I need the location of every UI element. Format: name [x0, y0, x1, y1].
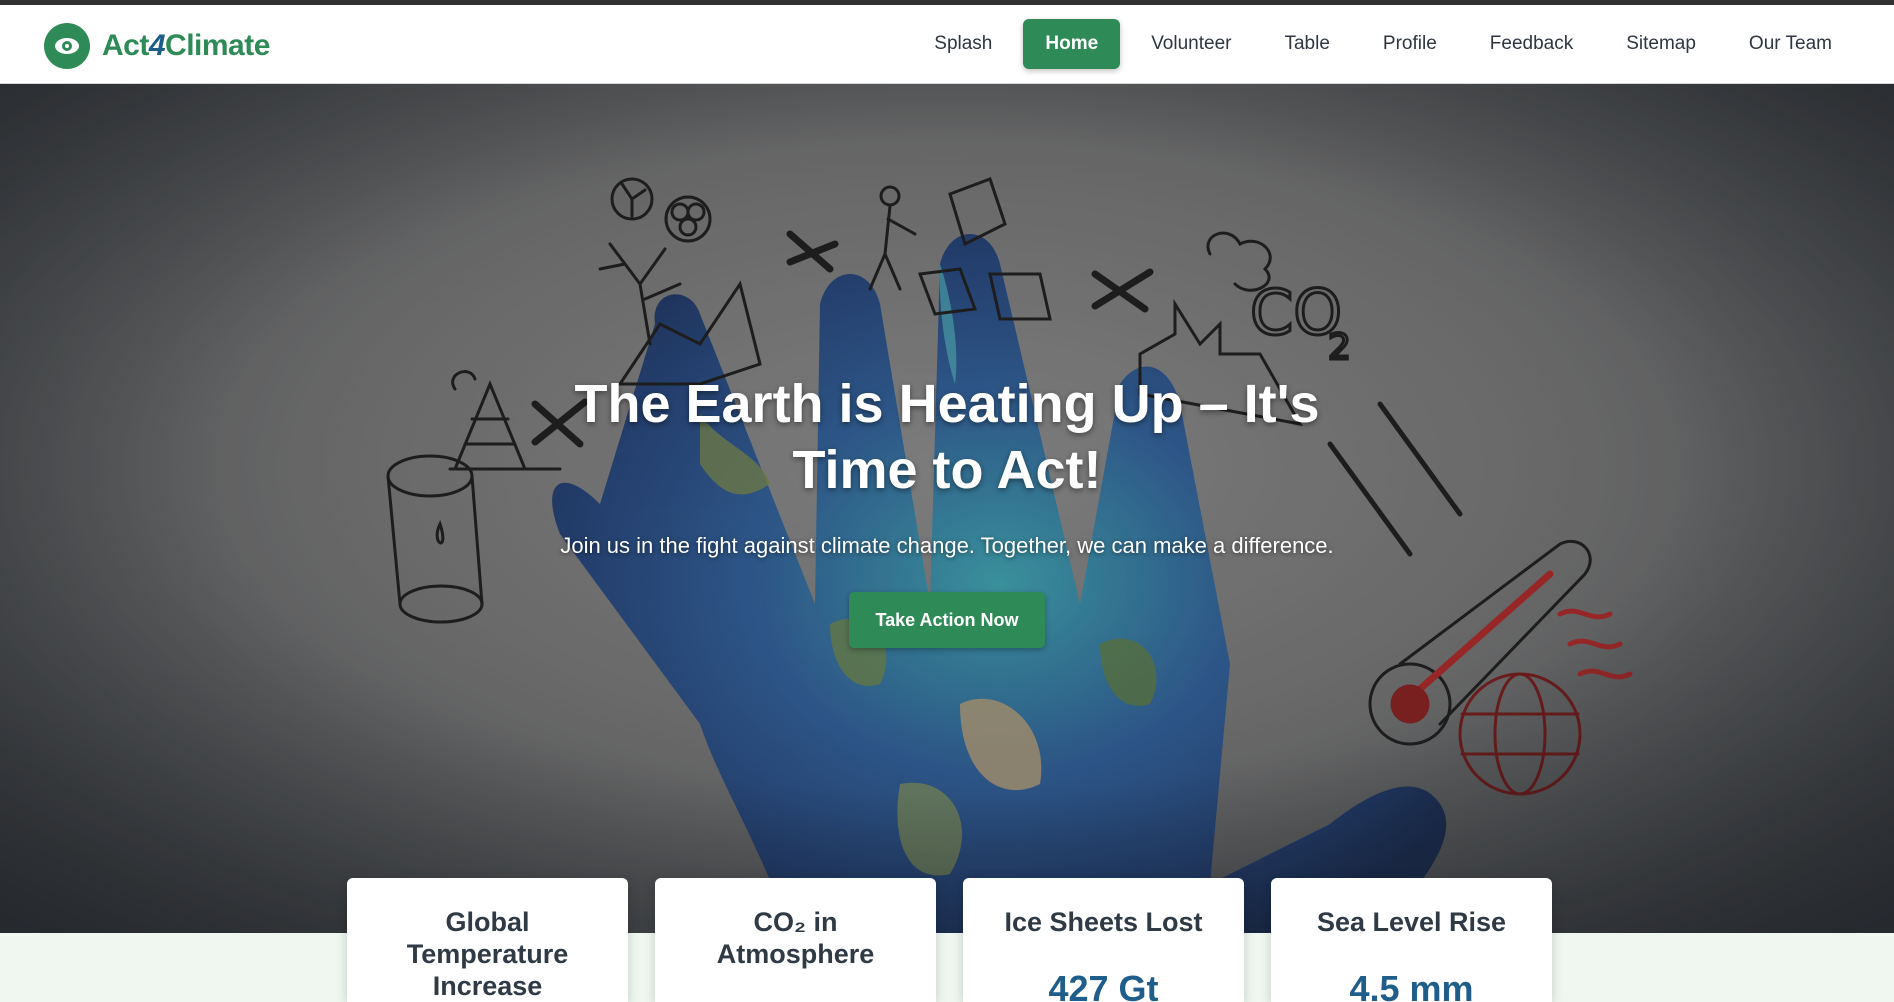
- stat-value: 4.5 mm: [1349, 968, 1474, 1002]
- brand[interactable]: Act4Climate: [44, 23, 270, 69]
- hero-title: The Earth is Heating Up – It's Time to A…: [574, 374, 1320, 500]
- main-nav: Splash Home Volunteer Table Profile Feed…: [903, 19, 1854, 69]
- stat-title: Sea Level Rise: [1316, 907, 1507, 937]
- navbar: Act4Climate Splash Home Volunteer Table …: [0, 5, 1894, 84]
- nav-splash[interactable]: Splash: [912, 19, 1014, 69]
- hero: CO 2: [0, 84, 1894, 933]
- hero-content: The Earth is Heating Up – It's Time to A…: [447, 371, 1447, 648]
- stat-card-co2: CO₂ in Atmosphere: [655, 878, 936, 1002]
- stat-card-sea-level: Sea Level Rise 4.5 mm: [1271, 878, 1552, 1002]
- nav-home[interactable]: Home: [1023, 19, 1121, 69]
- stats-band: [0, 933, 1894, 1002]
- nav-sitemap[interactable]: Sitemap: [1604, 19, 1718, 69]
- stat-card-temperature: Global Temperature Increase: [347, 878, 628, 1002]
- stat-value: 427 Gt: [1048, 968, 1159, 1002]
- stat-title: Global Temperature Increase: [406, 907, 569, 1001]
- nav-profile[interactable]: Profile: [1361, 19, 1459, 69]
- nav-our-team[interactable]: Our Team: [1727, 19, 1854, 69]
- stat-title: CO₂ in Atmosphere: [716, 907, 875, 969]
- nav-feedback[interactable]: Feedback: [1468, 19, 1595, 69]
- nav-table[interactable]: Table: [1262, 19, 1351, 69]
- brand-name: Act4Climate: [102, 29, 270, 62]
- stat-title: Ice Sheets Lost: [1004, 907, 1203, 937]
- take-action-button[interactable]: Take Action Now: [849, 592, 1045, 648]
- nav-volunteer[interactable]: Volunteer: [1129, 19, 1253, 69]
- hero-subtitle: Join us in the fight against climate cha…: [560, 533, 1334, 558]
- eye-leaf-icon: [44, 23, 90, 69]
- stat-card-ice-sheets: Ice Sheets Lost 427 Gt: [963, 878, 1244, 1002]
